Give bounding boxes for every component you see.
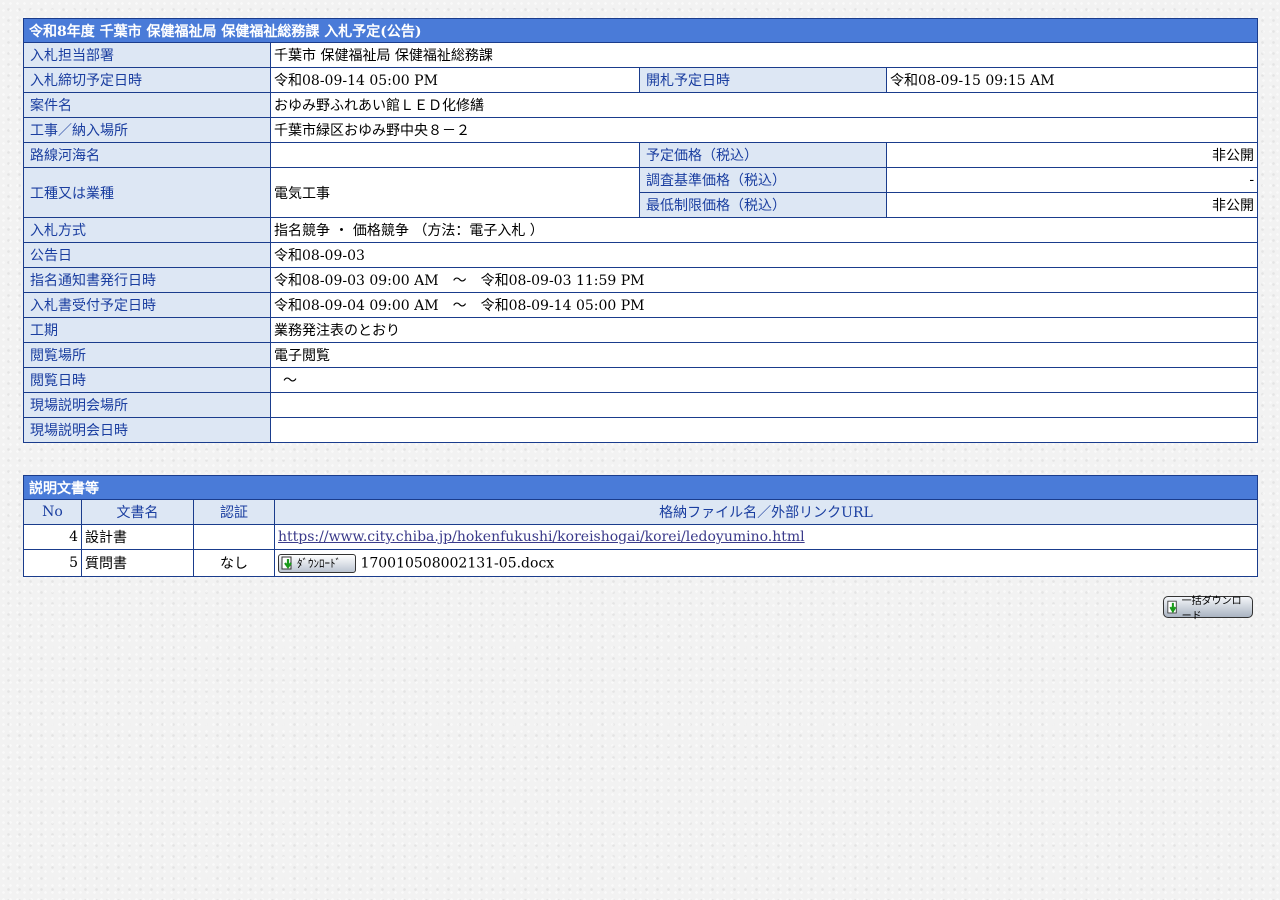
survey-price-label: 調査基準価格（税込） <box>639 167 887 193</box>
table-row: 入札締切予定日時 令和08-09-14 05:00 PM 開札予定日時 令和08… <box>23 67 1259 93</box>
table-row: 路線河海名 予定価格（税込） 非公開 <box>23 142 1259 168</box>
viewing-place-label: 閲覧場所 <box>23 342 271 368</box>
table-row: 工期 業務発注表のとおり <box>23 317 1259 343</box>
route-value <box>270 142 640 168</box>
min-price-label: 最低制限価格（税込） <box>639 192 887 218</box>
viewing-date-value: ～ <box>269 367 1259 393</box>
doc-file-name: 170010508002131-05.docx <box>360 555 555 571</box>
documents-table: 説明文書等 No 文書名 認証 格納ファイル名／外部リンクURL 4 設計書 h… <box>23 475 1258 577</box>
doc-file-cell: ﾀﾞｳﾝﾛｰﾄﾞ 170010508002131-05.docx <box>274 549 1258 577</box>
download-button-label: ﾀﾞｳﾝﾛｰﾄﾞ <box>297 557 341 570</box>
case-name-label: 案件名 <box>23 92 271 118</box>
table-row: 案件名 おゆみ野ふれあい館ＬＥＤ化修繕 <box>23 92 1259 118</box>
bid-info-table: 令和8年度 千葉市 保健福祉局 保健福祉総務課 入札予定(公告) 入札担当部署 … <box>22 18 1259 443</box>
doc-cert: なし <box>193 549 275 577</box>
reception-value: 令和08-09-04 09:00 AM ～ 令和08-09-14 05:00 P… <box>269 292 1259 318</box>
opening-label: 開札予定日時 <box>639 67 887 93</box>
work-type-label: 工種又は業種 <box>23 167 271 218</box>
work-type-value: 電気工事 <box>270 167 640 218</box>
period-value: 業務発注表のとおり <box>269 317 1259 343</box>
site-date-value <box>269 417 1259 443</box>
viewing-date-label: 閲覧日時 <box>23 367 271 393</box>
method-value: 指名競争 ・ 価格競争 （方法：電子入札 ） <box>269 217 1259 243</box>
col-cert-header: 認証 <box>193 499 275 525</box>
dept-label: 入札担当部署 <box>23 42 271 68</box>
table-row: 工種又は業種 電気工事 調査基準価格（税込） - <box>23 167 1259 218</box>
nomination-value: 令和08-09-03 09:00 AM ～ 令和08-09-03 11:59 P… <box>269 267 1259 293</box>
min-price-value: 非公開 <box>885 192 1259 218</box>
doc-no: 5 <box>23 549 82 577</box>
col-file-header: 格納ファイル名／外部リンクURL <box>274 499 1258 525</box>
download-button[interactable]: ﾀﾞｳﾝﾛｰﾄﾞ <box>278 553 356 573</box>
table-row: 指名通知書発行日時 令和08-09-03 09:00 AM ～ 令和08-09-… <box>23 267 1259 293</box>
viewing-place-value: 電子閲覧 <box>269 342 1259 368</box>
table-row: 閲覧場所 電子閲覧 <box>23 342 1259 368</box>
bulk-download-label: 一括ダウンロード <box>1181 596 1242 622</box>
download-arrow-icon <box>281 556 292 569</box>
col-name-header: 文書名 <box>81 499 194 525</box>
doc-name: 設計書 <box>81 524 194 550</box>
route-label: 路線河海名 <box>23 142 271 168</box>
location-value: 千葉市緑区おゆみ野中央８－２ <box>269 117 1259 143</box>
nomination-label: 指名通知書発行日時 <box>23 267 271 293</box>
bulk-download-arrow-icon <box>1167 600 1177 613</box>
deadline-value: 令和08-09-14 05:00 PM <box>270 67 640 93</box>
reception-label: 入札書受付予定日時 <box>23 292 271 318</box>
doc-cert <box>193 524 275 550</box>
method-label: 入札方式 <box>23 217 271 243</box>
notice-date-label: 公告日 <box>23 242 271 268</box>
bulk-download-button[interactable]: 一括ダウンロード <box>1163 596 1253 622</box>
table-row: 入札担当部署 千葉市 保健福祉局 保健福祉総務課 <box>23 42 1259 68</box>
planned-price-label: 予定価格（税込） <box>639 142 887 168</box>
table-row: 入札方式 指名競争 ・ 価格競争 （方法：電子入札 ） <box>23 217 1259 243</box>
table-row: 閲覧日時 ～ <box>23 367 1259 393</box>
doc-file-cell: https://www.city.chiba.jp/hokenfukushi/k… <box>274 524 1258 550</box>
site-date-label: 現場説明会日時 <box>23 417 271 443</box>
site-place-value <box>269 392 1259 418</box>
planned-price-value: 非公開 <box>885 142 1259 168</box>
doc-no: 4 <box>23 524 82 550</box>
notice-date-value: 令和08-09-03 <box>269 242 1259 268</box>
col-no-header: No <box>23 499 82 525</box>
table-row: 現場説明会日時 <box>23 417 1259 443</box>
case-name-value: おゆみ野ふれあい館ＬＥＤ化修繕 <box>269 92 1259 118</box>
table-row: 公告日 令和08-09-03 <box>23 242 1259 268</box>
dept-value: 千葉市 保健福祉局 保健福祉総務課 <box>269 42 1259 68</box>
deadline-label: 入札締切予定日時 <box>23 67 271 93</box>
survey-price-value: - <box>885 167 1259 193</box>
table-row: 工事／納入場所 千葉市緑区おゆみ野中央８－２ <box>23 117 1259 143</box>
documents-title: 説明文書等 <box>23 475 1258 500</box>
table-row: 4 設計書 https://www.city.chiba.jp/hokenfuk… <box>23 524 1258 550</box>
table-row: 5 質問書 なし ﾀﾞｳﾝﾛｰﾄﾞ 170010508002131-05.doc… <box>23 549 1258 577</box>
external-link[interactable]: https://www.city.chiba.jp/hokenfukushi/k… <box>278 529 805 545</box>
table-row: 入札書受付予定日時 令和08-09-04 09:00 AM ～ 令和08-09-… <box>23 292 1259 318</box>
opening-value: 令和08-09-15 09:15 AM <box>885 67 1259 93</box>
location-label: 工事／納入場所 <box>23 117 271 143</box>
documents-header-row: No 文書名 認証 格納ファイル名／外部リンクURL <box>23 499 1258 525</box>
site-place-label: 現場説明会場所 <box>23 392 271 418</box>
doc-name: 質問書 <box>81 549 194 577</box>
table-row: 現場説明会場所 <box>23 392 1259 418</box>
period-label: 工期 <box>23 317 271 343</box>
table-title: 令和8年度 千葉市 保健福祉局 保健福祉総務課 入札予定(公告) <box>22 18 1259 43</box>
